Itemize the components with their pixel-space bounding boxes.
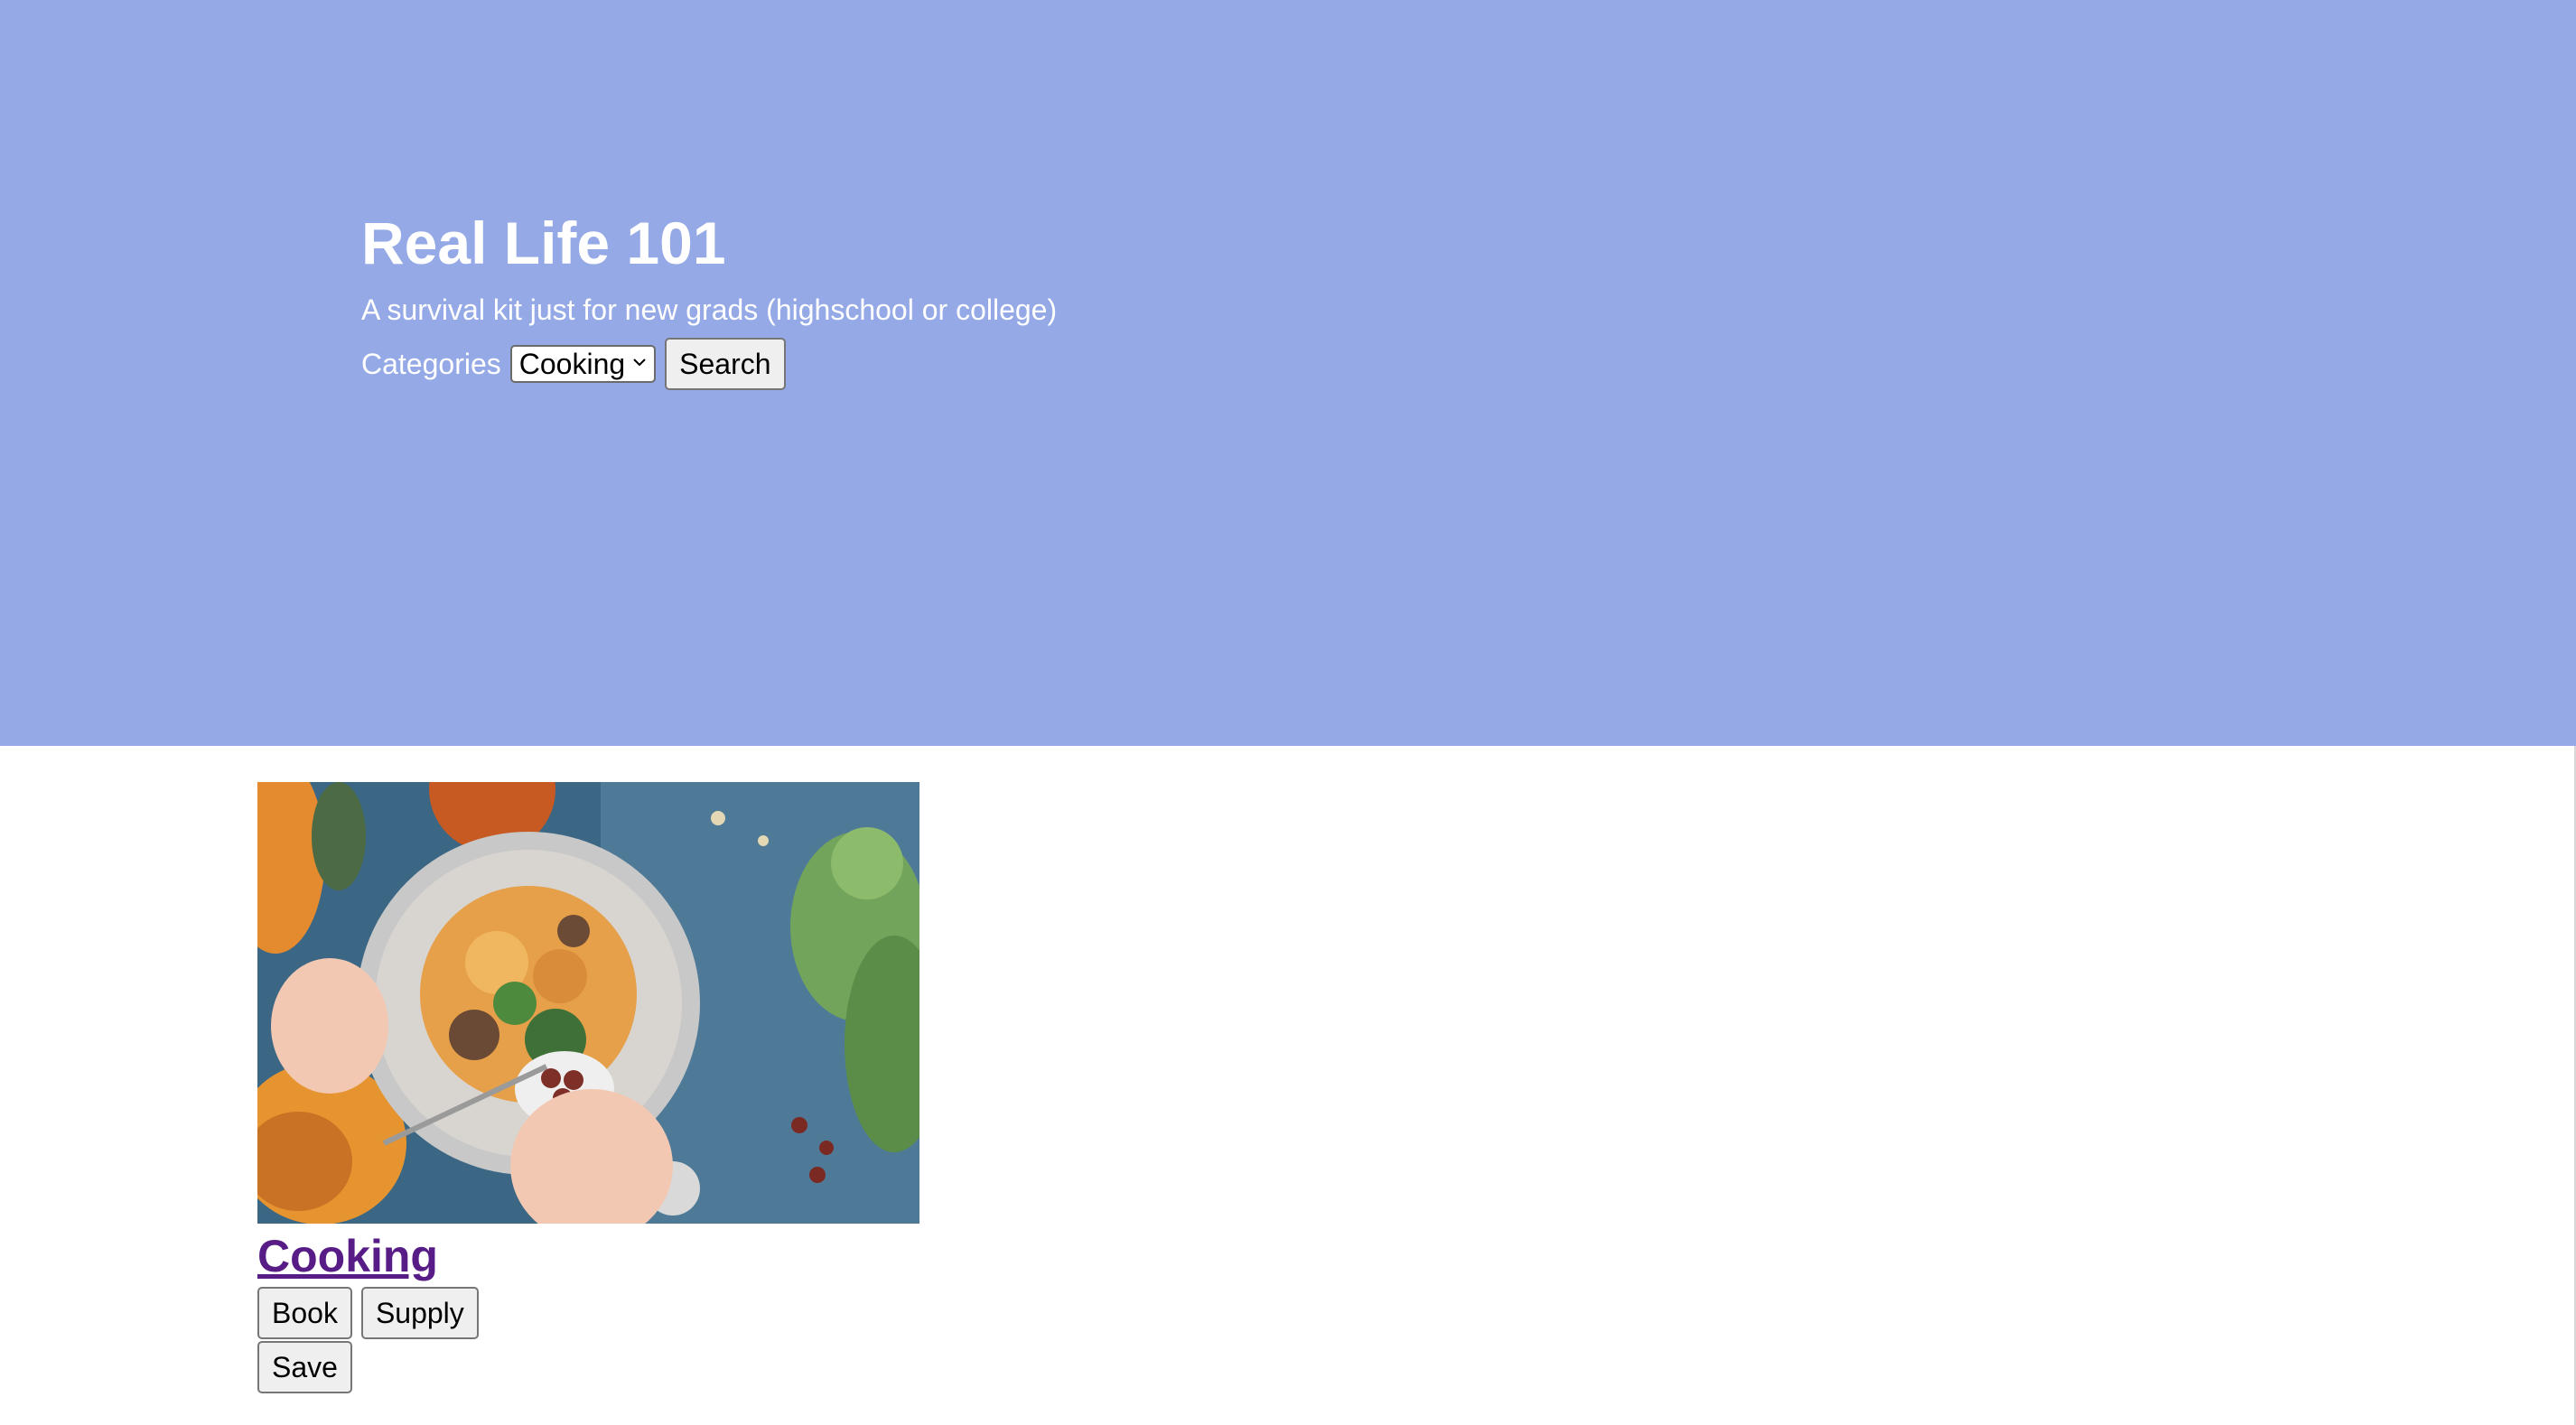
supply-button[interactable]: Supply (360, 1287, 479, 1339)
categories-label: Categories (361, 347, 501, 380)
cooking-category-link[interactable]: Cooking (257, 1227, 438, 1285)
chevron-down-icon (633, 359, 646, 367)
food-bowl-photo (257, 782, 919, 1224)
card-save-row: Save (257, 1341, 921, 1393)
page-title: Real Life 101 (361, 210, 726, 276)
hero-banner: Real Life 101 A survival kit just for ne… (0, 0, 2576, 746)
category-search-form: Categories Cooking Search (361, 338, 1057, 390)
book-button[interactable]: Book (257, 1287, 352, 1339)
hero-content: Real Life 101 A survival kit just for ne… (361, 206, 1057, 390)
category-card: Cooking Book Supply Save (257, 782, 921, 1393)
page-subtitle: A survival kit just for new grads (highs… (361, 293, 1058, 326)
food-photo-illustration (257, 782, 919, 1224)
search-button[interactable]: Search (665, 338, 786, 390)
card-actions: Book Supply (257, 1287, 921, 1339)
category-select-value: Cooking (518, 347, 626, 380)
category-select[interactable]: Cooking (509, 345, 657, 383)
save-button[interactable]: Save (257, 1341, 352, 1393)
